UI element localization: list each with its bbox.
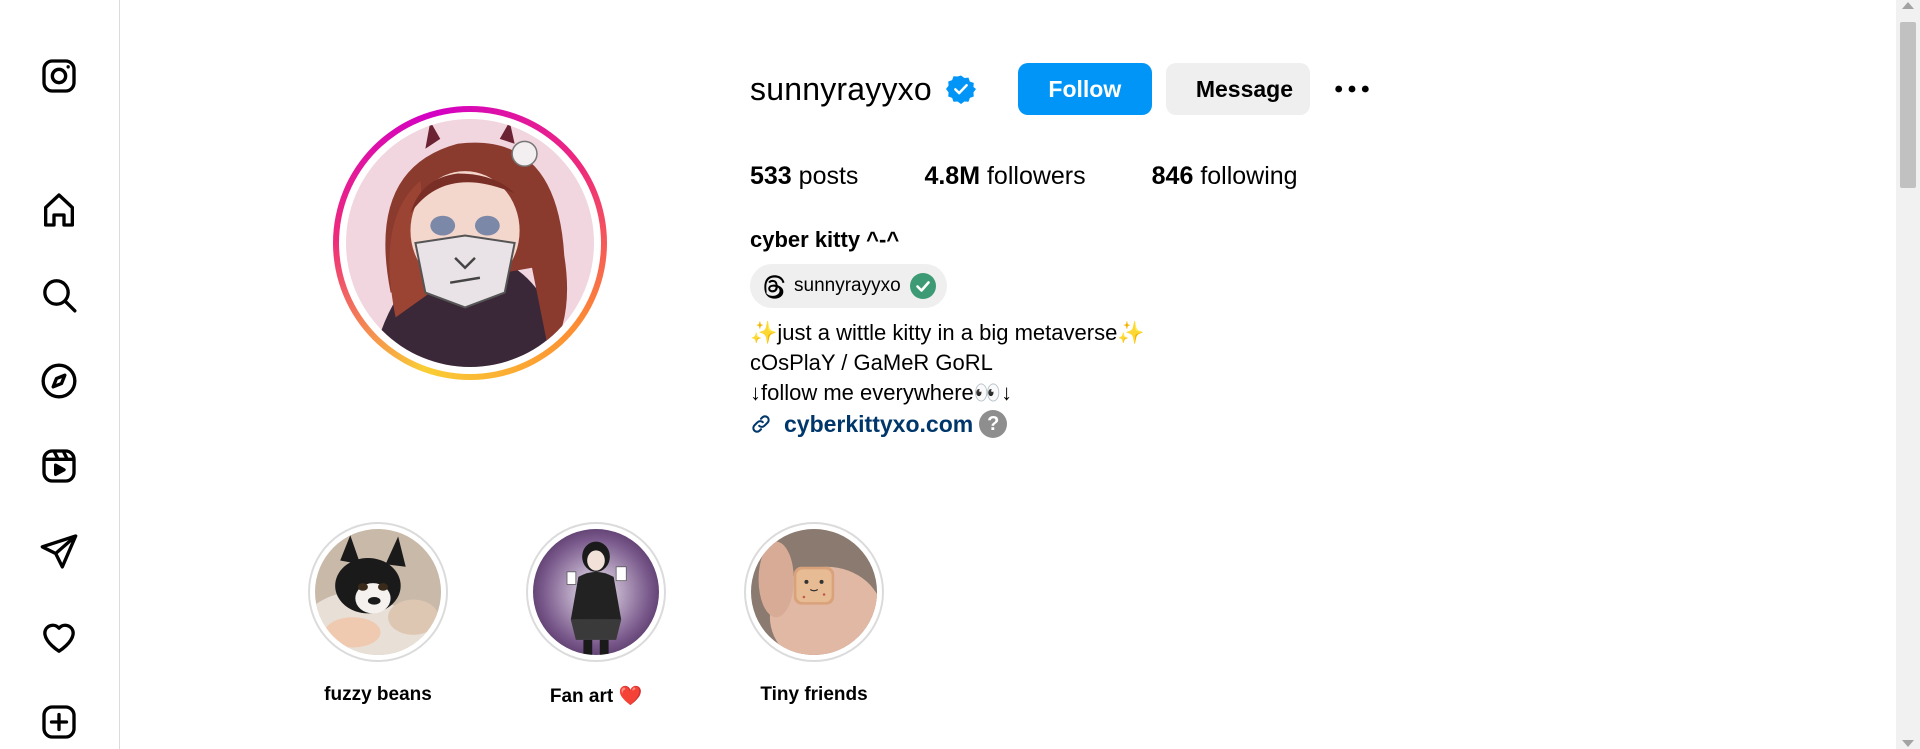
story-highlight[interactable]: fuzzy beans: [308, 522, 448, 706]
following-stat[interactable]: 846 following: [1152, 162, 1298, 191]
reels-icon[interactable]: [35, 442, 83, 490]
direct-messages-icon[interactable]: [35, 527, 83, 575]
highlight-label: fuzzy beans: [324, 684, 432, 705]
highlight-cover-image: [533, 529, 659, 655]
explore-icon[interactable]: [35, 357, 83, 405]
more-options-icon[interactable]: [1332, 69, 1372, 109]
story-highlight[interactable]: Tiny friends: [744, 522, 884, 706]
sidebar-nav: [0, 0, 120, 749]
create-icon[interactable]: [35, 698, 83, 746]
threads-handle: sunnyrayyxo: [794, 275, 901, 296]
highlight-cover-image: [315, 529, 441, 655]
followers-count: 4.8M: [924, 162, 981, 190]
following-label: following: [1200, 162, 1298, 190]
profile-avatar[interactable]: [333, 106, 607, 380]
bio-line: ↓follow me everywhere👀↓: [750, 380, 1013, 405]
notifications-heart-icon[interactable]: [35, 613, 83, 661]
profile-full-name: cyber kitty ^-^: [750, 227, 900, 252]
posts-count: 533: [750, 162, 792, 190]
threads-badge[interactable]: sunnyrayyxo: [750, 264, 947, 308]
home-icon[interactable]: [35, 186, 83, 234]
followers-stat[interactable]: 4.8M followers: [924, 162, 1085, 191]
message-button[interactable]: Message: [1165, 63, 1310, 115]
profile-name-row: sunnyrayyxo Follow Message: [750, 62, 1372, 116]
scroll-down-arrow-icon[interactable]: [1902, 740, 1914, 747]
avatar-image: [346, 119, 594, 367]
highlight-cover-image: [751, 529, 877, 655]
scrollbar-thumb[interactable]: [1900, 22, 1916, 188]
highlight-label: Fan art ❤️: [549, 686, 643, 707]
username: sunnyrayyxo: [750, 70, 932, 107]
profile-link-row: cyberkittyxo.com ?: [750, 410, 1008, 438]
link-help-badge[interactable]: ?: [979, 410, 1008, 438]
link-icon: [752, 415, 770, 433]
bio-line: cOsPlaY / GaMeR GoRL: [750, 350, 993, 375]
bio-line: ✨just a wittle kitty in a big metaverse✨: [750, 320, 1145, 345]
search-icon[interactable]: [35, 271, 83, 319]
verified-badge-icon: [945, 75, 976, 104]
profile-stats: 533 posts 4.8M followers 846 following: [750, 162, 1364, 191]
page-scrollbar[interactable]: [1896, 0, 1920, 749]
highlight-label: Tiny friends: [760, 684, 868, 705]
follow-button[interactable]: Follow: [1017, 63, 1152, 115]
threads-verified-check-icon: [909, 273, 936, 299]
followers-label: followers: [986, 162, 1086, 190]
scroll-up-arrow-icon[interactable]: [1902, 2, 1914, 9]
following-count: 846: [1151, 162, 1194, 190]
posts-label: posts: [798, 162, 859, 190]
story-highlight[interactable]: Fan art ❤️: [526, 522, 666, 708]
profile-website-link[interactable]: cyberkittyxo.com: [784, 411, 973, 438]
instagram-logo-icon[interactable]: [35, 52, 83, 100]
profile-bio: ✨just a wittle kitty in a big metaverse✨…: [750, 318, 1145, 408]
posts-stat: 533 posts: [750, 162, 858, 191]
threads-icon: [764, 275, 785, 299]
